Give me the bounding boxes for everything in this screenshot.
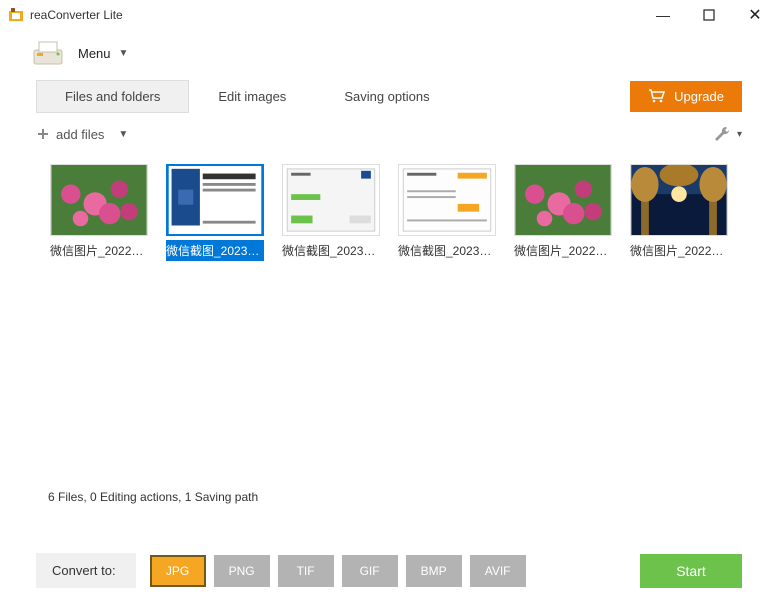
close-button[interactable]: ✕ — [732, 0, 778, 30]
file-grid: 微信图片_20221... 微信截图_20230... 微信截图_20230... 微… — [0, 152, 778, 482]
start-button[interactable]: Start — [640, 554, 742, 588]
format-row: JPGPNGTIFGIFBMPAVIF — [150, 555, 526, 587]
file-name: 微信图片_20221... — [630, 240, 728, 261]
minimize-button[interactable]: — — [640, 0, 686, 30]
file-item[interactable]: 微信截图_20230... — [166, 164, 264, 261]
maximize-button[interactable] — [686, 0, 732, 30]
tab-edit-images[interactable]: Edit images — [189, 80, 315, 113]
file-name: 微信图片_20221... — [50, 240, 148, 261]
titlebar: reaConverter Lite — ✕ — [0, 0, 778, 30]
status-bar: 6 Files, 0 Editing actions, 1 Saving pat… — [0, 482, 778, 512]
file-item[interactable]: 微信图片_20221... — [630, 164, 728, 261]
tab-saving-options[interactable]: Saving options — [315, 80, 458, 113]
app-icon — [8, 7, 24, 23]
caret-down-icon: ▼ — [118, 129, 128, 140]
add-files-label: add files — [56, 127, 104, 142]
cart-icon — [648, 89, 666, 103]
file-thumbnail — [514, 164, 612, 236]
file-thumbnail — [166, 164, 264, 236]
format-bmp[interactable]: BMP — [406, 555, 462, 587]
window-title: reaConverter Lite — [30, 8, 640, 22]
file-name: 微信截图_20230... — [282, 240, 380, 261]
format-png[interactable]: PNG — [214, 555, 270, 587]
file-name: 微信截图_20230... — [398, 240, 496, 261]
wrench-icon — [713, 125, 731, 143]
file-thumbnail — [50, 164, 148, 236]
file-name: 微信图片_20221... — [514, 240, 612, 261]
format-tif[interactable]: TIF — [278, 555, 334, 587]
upgrade-button[interactable]: Upgrade — [630, 81, 742, 112]
menu-button[interactable]: Menu ▼ — [78, 46, 128, 61]
file-name: 微信截图_20230... — [166, 240, 264, 261]
upgrade-label: Upgrade — [674, 89, 724, 104]
file-item[interactable]: 微信图片_20221... — [514, 164, 612, 261]
format-gif[interactable]: GIF — [342, 555, 398, 587]
convert-to-label: Convert to: — [36, 553, 136, 588]
file-thumbnail — [398, 164, 496, 236]
plus-icon — [36, 127, 50, 141]
toolbar: add files ▼ ▾ — [0, 116, 778, 152]
add-files-button[interactable]: add files ▼ — [36, 127, 128, 142]
file-thumbnail — [282, 164, 380, 236]
caret-down-icon: ▼ — [119, 48, 129, 59]
menubar: Menu ▼ — [0, 30, 778, 76]
tabs: Files and folders Edit images Saving opt… — [0, 76, 778, 116]
tab-files-and-folders[interactable]: Files and folders — [36, 80, 189, 113]
format-jpg[interactable]: JPG — [150, 555, 206, 587]
menu-label: Menu — [78, 46, 111, 61]
printer-icon — [32, 40, 64, 66]
file-item[interactable]: 微信截图_20230... — [398, 164, 496, 261]
bottom-bar: Convert to: JPGPNGTIFGIFBMPAVIF Start — [0, 553, 778, 588]
format-avif[interactable]: AVIF — [470, 555, 526, 587]
caret-down-icon: ▾ — [737, 129, 742, 140]
file-item[interactable]: 微信图片_20221... — [50, 164, 148, 261]
file-thumbnail — [630, 164, 728, 236]
settings-button[interactable]: ▾ — [713, 125, 742, 143]
file-item[interactable]: 微信截图_20230... — [282, 164, 380, 261]
